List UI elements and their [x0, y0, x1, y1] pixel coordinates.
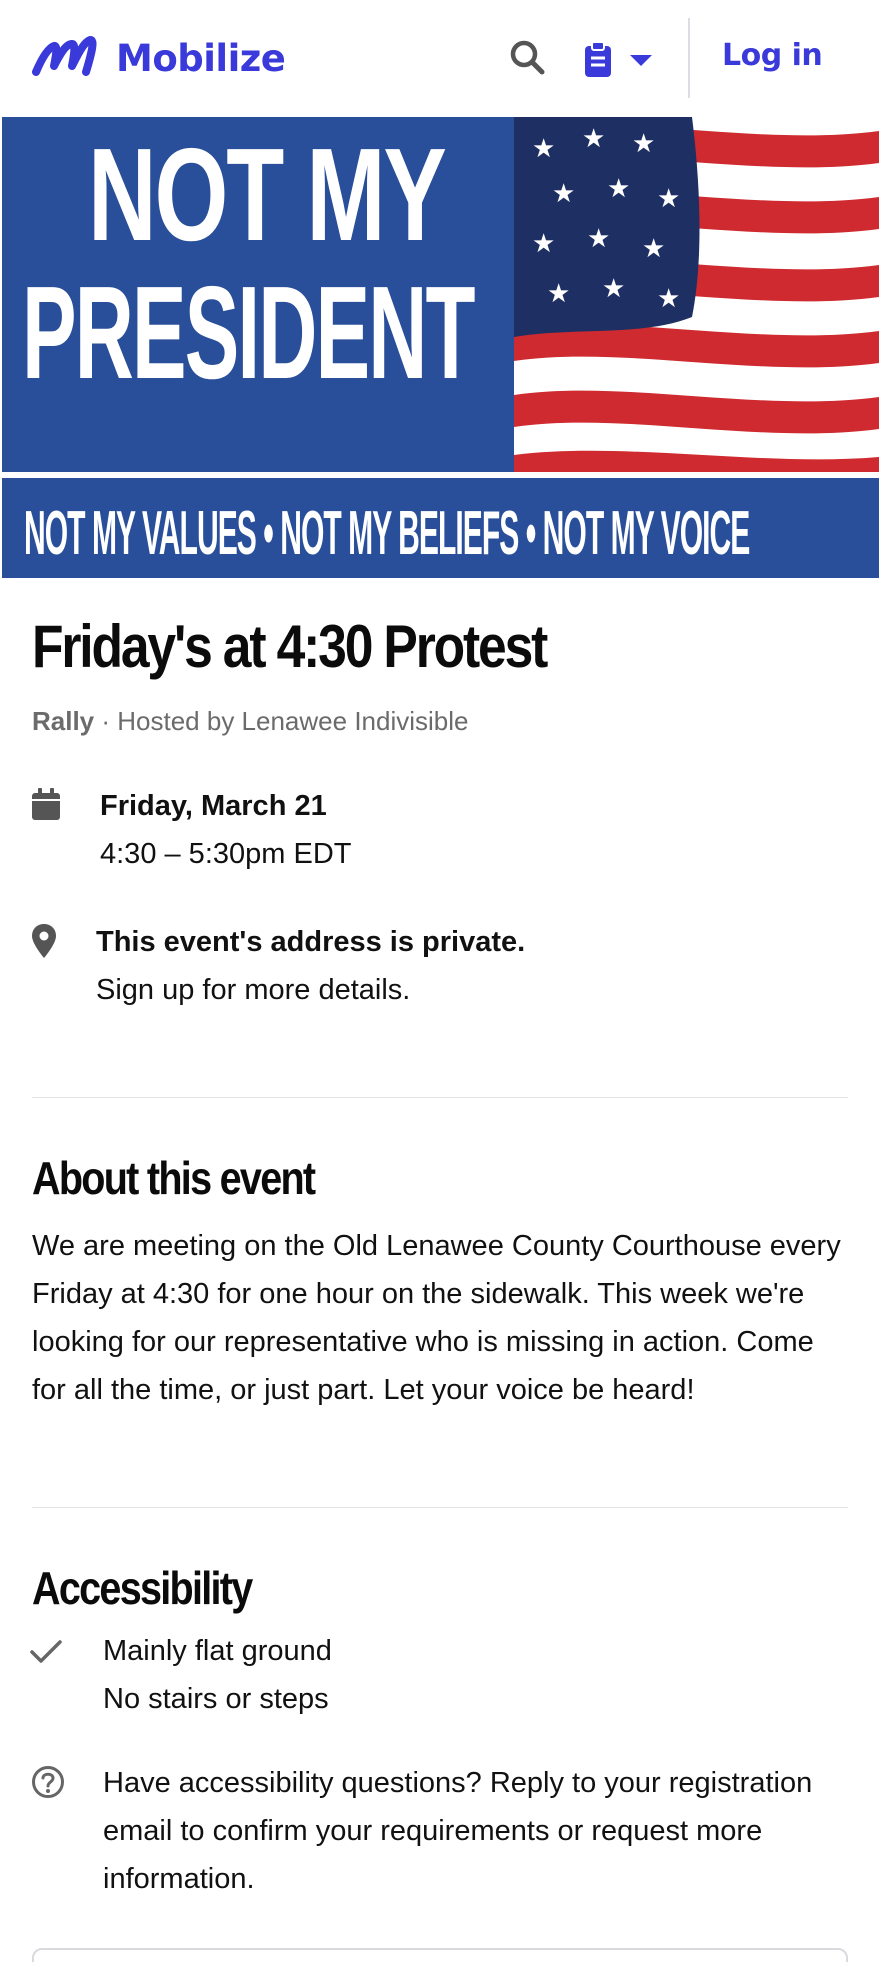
search-button[interactable]: [508, 38, 548, 78]
svg-text:★: ★: [547, 278, 570, 308]
svg-text:★: ★: [582, 123, 605, 153]
address-signup-hint: Sign up for more details.: [96, 974, 411, 1006]
svg-text:★: ★: [632, 128, 655, 158]
caret-down-icon: [630, 55, 652, 66]
nav-divider: [688, 18, 690, 98]
map-pin-icon: [32, 924, 56, 958]
banner-line-2: PRESIDENT: [22, 259, 476, 406]
banner-line-1: NOT MY: [88, 121, 447, 268]
svg-text:★: ★: [642, 233, 665, 263]
event-type: Rally: [32, 706, 95, 736]
top-nav: Mobilize Log in: [0, 0, 880, 117]
event-banner-image: ★ ★ ★ ★ ★ ★ ★ ★ ★ ★ ★ ★ NOT MY PRESIDENT…: [2, 117, 879, 578]
accessibility-help-text: Have accessibility questions? Reply to y…: [103, 1767, 813, 1895]
event-host: Hosted by Lenawee Indivisible: [117, 706, 469, 736]
section-divider: [32, 1507, 848, 1508]
question-circle-icon: [32, 1766, 64, 1798]
svg-text:★: ★: [532, 228, 555, 258]
address-private-notice: This event's address is private.: [96, 926, 526, 958]
banner-strip-text: NOT MY VALUES • NOT MY BELIEFS • NOT MY …: [24, 499, 750, 568]
svg-text:★: ★: [607, 173, 630, 203]
brand-name: Mobilize: [116, 36, 286, 80]
mobilize-logo-icon: [32, 36, 97, 76]
my-events-dropdown[interactable]: [584, 38, 664, 82]
checkmark-icon: [30, 1640, 62, 1663]
accessibility-heading: Accessibility: [32, 1562, 253, 1614]
svg-text:★: ★: [552, 178, 575, 208]
section-divider: [32, 1097, 848, 1098]
accessibility-feature: Mainly flat ground: [103, 1635, 332, 1667]
svg-text:★: ★: [602, 273, 625, 303]
login-link[interactable]: Log in: [722, 38, 823, 73]
svg-text:★: ★: [532, 133, 555, 163]
about-description: We are meeting on the Old Lenawee County…: [32, 1230, 841, 1406]
svg-text:★: ★: [657, 283, 680, 313]
signup-card: [32, 1948, 848, 1962]
svg-text:★: ★: [587, 223, 610, 253]
brand-logo-link[interactable]: Mobilize: [32, 32, 286, 84]
event-title: Friday's at 4:30 Protest: [32, 613, 548, 680]
event-subtitle: Rally · Hosted by Lenawee Indivisible: [32, 706, 468, 737]
search-icon: [510, 40, 545, 75]
calendar-icon: [32, 788, 60, 820]
event-date: Friday, March 21: [100, 790, 327, 822]
about-heading: About this event: [32, 1152, 316, 1204]
accessibility-feature: No stairs or steps: [103, 1683, 329, 1715]
clipboard-icon: [585, 42, 611, 77]
svg-text:★: ★: [657, 183, 680, 213]
subtitle-separator: ·: [94, 706, 118, 736]
event-time: 4:30 – 5:30pm EDT: [100, 838, 352, 870]
flag-canton: ★ ★ ★ ★ ★ ★ ★ ★ ★ ★ ★ ★: [514, 117, 700, 337]
